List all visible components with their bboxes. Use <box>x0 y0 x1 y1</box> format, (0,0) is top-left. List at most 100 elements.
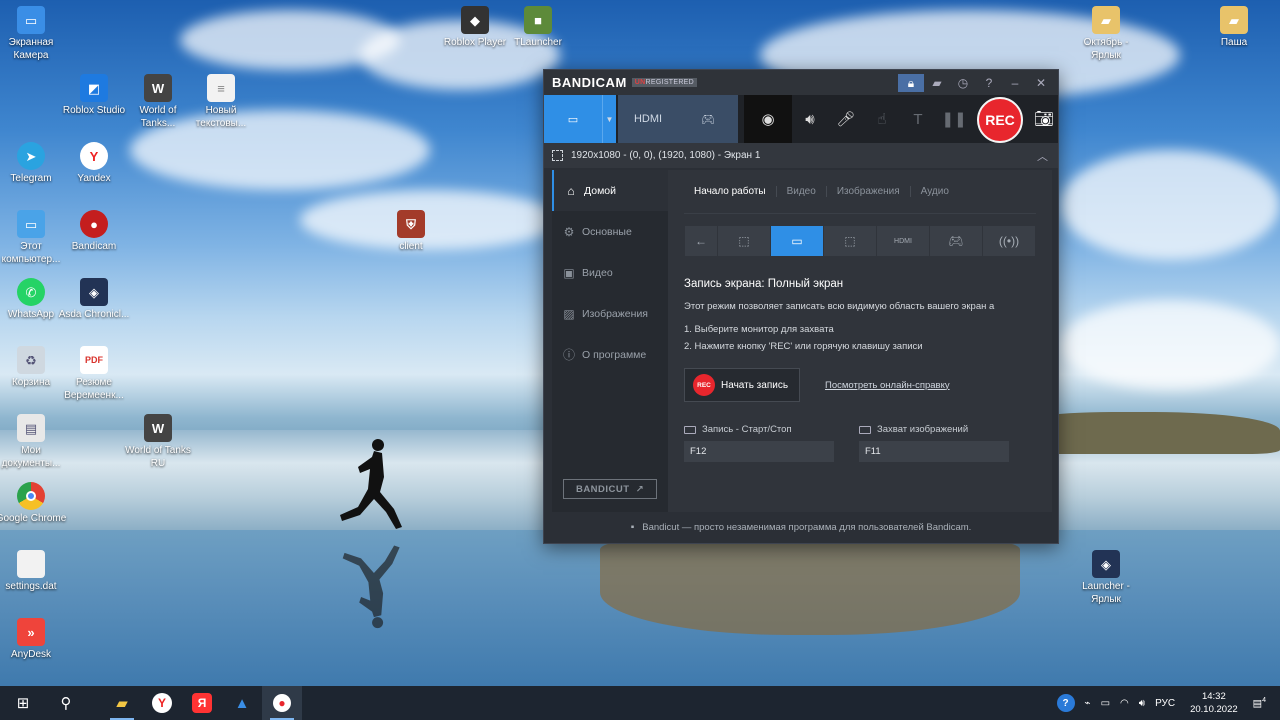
mode-game[interactable]: 🎮︎ <box>930 226 982 256</box>
desktop-icon-new-text[interactable]: ≡ Новый текстовы... <box>185 74 257 130</box>
desktop-icon-label: AnyDesk <box>10 649 51 660</box>
world-of-tanks-icon: W <box>144 74 172 102</box>
mode-rectangle[interactable]: ⬚ <box>718 226 770 256</box>
desktop-icon-bandicam[interactable]: ● Bandicam <box>58 210 130 253</box>
help-icon[interactable]: ? <box>976 76 1002 90</box>
pause-button[interactable]: ❚❚ <box>936 95 972 143</box>
microphone-icon: 🎤︎ <box>836 111 856 128</box>
taskbar-yandex[interactable]: Я <box>182 686 222 720</box>
sidebar-item-video[interactable]: ▣ Видео <box>552 252 668 293</box>
hotkey-label: Запись - Старт/Стоп <box>684 424 859 435</box>
speaker-button[interactable]: 🔊︎ <box>792 95 828 143</box>
screen-mode-button[interactable]: ▭ <box>544 95 602 143</box>
microphone-button[interactable]: 🎤︎ <box>828 95 864 143</box>
usb-icon[interactable]: ⌁ <box>1085 698 1091 709</box>
desktop-icon-chrome[interactable]: Google Chrome <box>0 482 67 525</box>
clock-icon[interactable]: ◷ <box>950 76 976 90</box>
taskbar-explorer[interactable]: ▰ <box>102 686 142 720</box>
start-button[interactable]: ⊞ <box>0 686 46 720</box>
roblox-icon: ◆ <box>461 6 489 34</box>
clock-time: 14:32 <box>1201 691 1226 702</box>
desktop-icon-tlauncher[interactable]: ■ TLauncher <box>502 6 574 49</box>
sidebar-item-general[interactable]: ⚙ Основные <box>552 211 668 252</box>
desktop-icon-label: Мои документы... <box>1 445 61 469</box>
lock-icon[interactable]: 🔒︎ <box>898 73 924 92</box>
tab-getting-started[interactable]: Начало работы <box>684 186 777 197</box>
desktop-icon-world-of-tanks-ru[interactable]: W World of Tanks RU <box>122 414 194 470</box>
volume-icon[interactable]: 🔊︎ <box>1139 698 1145 709</box>
taskbar-yandex-browser[interactable]: Y <box>142 686 182 720</box>
desktop-icon-my-documents[interactable]: ▤ Мои документы... <box>0 414 67 470</box>
desktop-icon-world-of-tanks[interactable]: W World of Tanks... <box>122 74 194 130</box>
desktop-icon-settings-dat[interactable]: settings.dat <box>0 550 67 593</box>
desktop-icon-anydesk[interactable]: » AnyDesk <box>0 618 67 661</box>
mode-around-mouse[interactable]: ⬚ <box>824 226 876 256</box>
desktop-icon-whatsapp[interactable]: ✆ WhatsApp <box>0 278 67 321</box>
desktop-icon-yandex[interactable]: Y Yandex <box>58 142 130 185</box>
clock[interactable]: 14:32 20.10.2022 <box>1190 690 1238 716</box>
screen-mode-dropdown[interactable]: ▼ <box>602 95 616 143</box>
pdf-icon: PDF <box>80 346 108 374</box>
text-overlay-button[interactable]: T <box>900 95 936 143</box>
screenshot-camera-icon[interactable]: 📷︎ <box>1034 109 1054 129</box>
desktop-icon-resume-pdf[interactable]: PDF Резюме Веремеенк... <box>58 346 130 402</box>
tab-images[interactable]: Изображения <box>827 186 911 197</box>
battery-icon[interactable]: ▭ <box>1101 698 1110 709</box>
webcam-button[interactable]: ◉ <box>744 95 792 143</box>
help-tray-icon[interactable]: ? <box>1056 694 1075 712</box>
hotkey-label: Захват изображений <box>859 424 1034 435</box>
desktop-icon-label: Yandex <box>77 173 111 184</box>
desktop-icon-label: World of Tanks RU <box>125 445 191 469</box>
desktop-icon-october-folder[interactable]: ▰ Октябрь - Ярлык <box>1070 6 1142 62</box>
collapse-icon[interactable]: ︿ <box>1037 148 1048 164</box>
desktop-icon-screen-camera[interactable]: ▭ Экранная Камера <box>0 6 67 62</box>
tab-audio[interactable]: Аудио <box>911 186 959 197</box>
mode-fullscreen[interactable]: ▭ <box>771 226 823 256</box>
language-indicator[interactable]: РУС <box>1155 698 1175 709</box>
bandicut-button[interactable]: BANDICUT ↗ <box>563 479 657 499</box>
desktop-icon-roblox-player[interactable]: ◆ Roblox Player <box>439 6 511 49</box>
tab-video[interactable]: Видео <box>777 186 827 197</box>
sidebar-item-about[interactable]: ⓘ О программе <box>552 334 668 375</box>
desktop-icon-this-pc[interactable]: ▭ Этот компьютер... <box>0 210 67 266</box>
mode-device[interactable]: HDMI <box>877 226 929 256</box>
footer-bar[interactable]: ▪ Bandicut — просто незаменимая программ… <box>544 512 1058 543</box>
hdmi-icon: HDMI <box>633 113 663 125</box>
folder-icon[interactable]: ▰ <box>924 76 950 90</box>
desktop-icon-launcher[interactable]: ◈ Launcher - Ярлык <box>1070 550 1142 606</box>
cursor-effects-button[interactable]: ☝ <box>864 95 900 143</box>
launcher-icon: ◈ <box>1092 550 1120 578</box>
back-button[interactable]: ← <box>685 226 717 256</box>
hotkey-screenshot-field[interactable]: F11 <box>859 441 1009 462</box>
yandex-icon: Y <box>80 142 108 170</box>
minimize-icon[interactable]: – <box>1002 76 1028 90</box>
desktop-icon-pasha[interactable]: ▰ Паша <box>1198 6 1270 49</box>
hotkey-record-field[interactable]: F12 <box>684 441 834 462</box>
sidebar-item-home[interactable]: ⌂ Домой <box>552 170 668 211</box>
taskbar-bandicam[interactable]: ● <box>262 686 302 720</box>
desktop-icon-recycle-bin[interactable]: ♻ Корзина <box>0 346 67 389</box>
notification-icon[interactable]: ▤4 <box>1253 697 1266 709</box>
desktop-icon-asda[interactable]: ◈ Asda Chronicl... <box>58 278 130 321</box>
rec-button[interactable]: REC <box>977 97 1023 143</box>
taskbar-photos[interactable]: ▲ <box>222 686 262 720</box>
wifi-icon[interactable]: ◠ <box>1120 698 1129 709</box>
desktop-icon-label: Google Chrome <box>0 513 67 524</box>
mode-audio-only[interactable]: ((•)) <box>983 226 1035 256</box>
desktop-icon-label: Октябрь - Ярлык <box>1083 37 1129 61</box>
capture-area-bar[interactable]: 1920x1080 - (0, 0), (1920, 1080) - Экран… <box>544 143 1058 168</box>
sidebar-item-images[interactable]: ▨ Изображения <box>552 293 668 334</box>
desktop-icon-roblox-studio[interactable]: ◩ Roblox Studio <box>58 74 130 117</box>
desktop-icon-label: Launcher - Ярлык <box>1082 581 1130 605</box>
search-button[interactable]: ⚲ <box>46 686 86 720</box>
online-help-link[interactable]: Посмотреть онлайн-справку <box>825 380 950 391</box>
desktop-icon-client[interactable]: ⛨ client <box>375 210 447 253</box>
close-icon[interactable]: ✕ <box>1028 76 1054 90</box>
game-mode-button[interactable]: 🎮︎ <box>678 95 738 143</box>
desktop-icon-label: Bandicam <box>71 241 117 252</box>
device-mode-button[interactable]: HDMI <box>618 95 678 143</box>
gamepad-icon: 🎮︎ <box>701 113 715 126</box>
title-bar[interactable]: BANDICAM UNREGISTERED 🔒︎ ▰ ◷ ? – ✕ <box>544 70 1058 95</box>
start-recording-button[interactable]: REC Начать запись <box>684 368 800 402</box>
desktop-icon-telegram[interactable]: ➤ Telegram <box>0 142 67 185</box>
